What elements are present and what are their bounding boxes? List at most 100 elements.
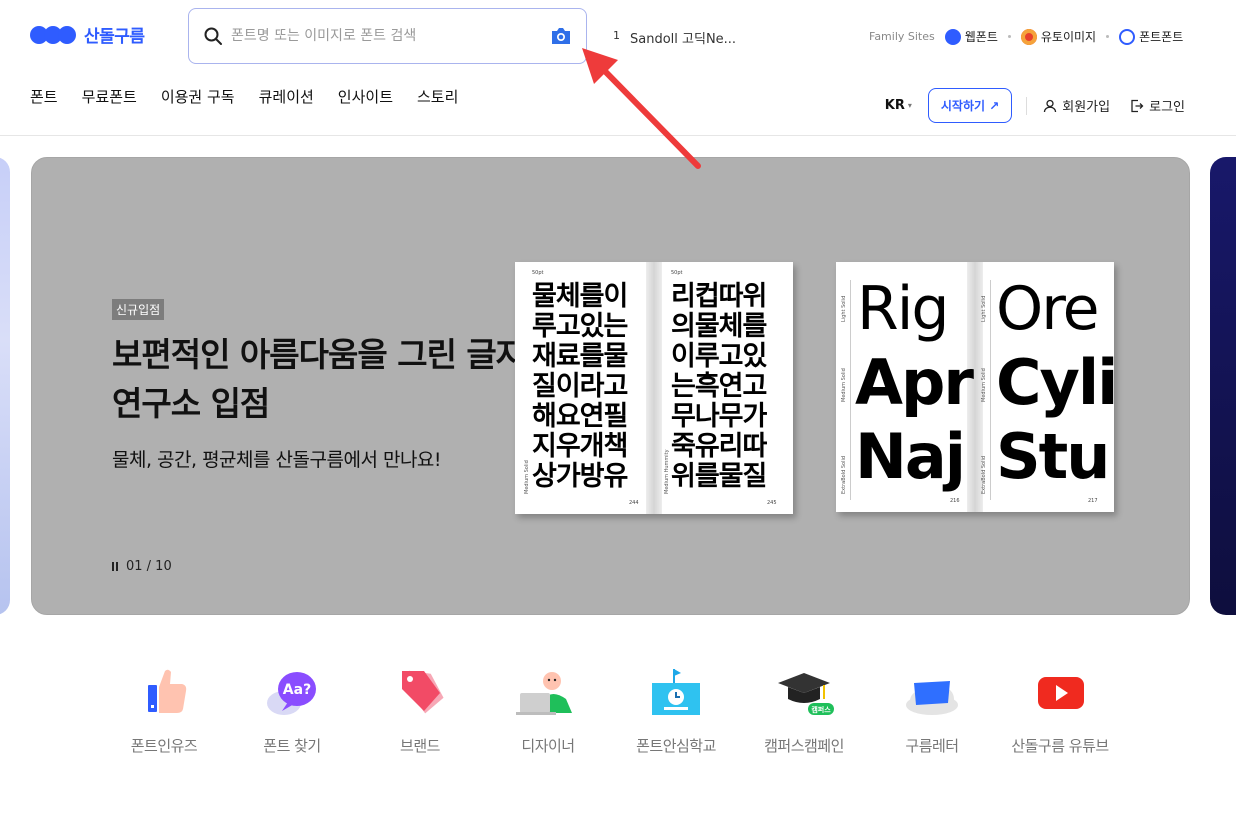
weight-label: Light Solid (841, 295, 847, 322)
page-number: 216 (950, 498, 960, 504)
login-label: 로그인 (1149, 100, 1185, 115)
weight-label: ExtraBold Solid (841, 455, 847, 494)
signup-link[interactable]: 회원가입 (1043, 96, 1110, 115)
signup-label: 회원가입 (1062, 100, 1111, 115)
family-site-utoimage[interactable]: 유토이미지 (1020, 28, 1096, 45)
category-shortcuts: 폰트인유즈 Aa? 폰트 찾기 브랜드 디자이너 폰트안심학교 캠퍼스 캠퍼스캠… (100, 665, 1124, 756)
svg-text:Aa?: Aa? (283, 682, 311, 698)
campus-badge: 캠퍼스 (811, 705, 831, 714)
webfont-icon (944, 28, 961, 45)
specimen-word: Ore (996, 274, 1099, 344)
nav-divider (0, 135, 1236, 136)
weight-label: Medium Solid (524, 460, 530, 494)
page-number: 244 (629, 500, 639, 506)
start-button[interactable]: 시작하기 ↗ (927, 88, 1013, 123)
language-selector[interactable]: KR ▾ (885, 98, 912, 113)
main-nav: 폰트 무료폰트 이용권 구독 큐레이션 인사이트 스토리 (30, 86, 458, 107)
search-input[interactable] (231, 28, 531, 44)
specimen-word: Naj (855, 420, 966, 493)
category-label: 브랜드 (400, 737, 440, 755)
cloud-letter-icon (906, 681, 958, 715)
category-label: 폰트안심학교 (636, 737, 716, 755)
search-icon (204, 27, 222, 45)
fontfont-icon (1119, 28, 1136, 45)
family-sites-label: Family Sites (869, 30, 935, 43)
school-clock-icon (652, 669, 700, 715)
designer-laptop-icon (516, 672, 572, 715)
weight-label: Medium Solid (841, 368, 847, 402)
separator-dot (1007, 35, 1011, 38)
category-label: 폰트 찾기 (263, 737, 321, 755)
nav-item-subscription[interactable]: 이용권 구독 (161, 86, 235, 107)
weight-label: Medium Solid (981, 368, 987, 402)
guide-line (850, 280, 851, 500)
book-spine (646, 262, 662, 514)
carousel-prev-slide[interactable] (0, 157, 10, 615)
speech-bubble-aa-icon: Aa? (267, 672, 316, 715)
specimen-word: Apr (855, 346, 974, 419)
point-size-label: 50pt (671, 270, 683, 276)
graduation-cap-icon: 캠퍼스 (778, 673, 834, 715)
weight-label: Light Solid (981, 295, 987, 322)
family-site-fontfont[interactable]: 폰트폰트 (1119, 28, 1183, 45)
category-font-search[interactable]: Aa? 폰트 찾기 (228, 665, 356, 756)
family-site-label: 폰트폰트 (1139, 30, 1184, 44)
category-brand[interactable]: 브랜드 (356, 665, 484, 756)
specimen-word: Stu (996, 420, 1110, 493)
divider (1026, 96, 1028, 115)
nav-right: KR ▾ 시작하기 ↗ 회원가입 로그인 (885, 88, 1185, 123)
specimen-book-latin: Rig Apr Naj Light Solid Medium Solid Ext… (836, 262, 1118, 512)
nav-item-fonts[interactable]: 폰트 (30, 86, 58, 107)
category-label: 폰트인유즈 (130, 737, 198, 755)
category-label: 산돌구름 유튜브 (1011, 737, 1109, 755)
trending-rank: 1 (613, 29, 620, 42)
point-size-label: 50pt (532, 270, 544, 276)
login-icon (1131, 99, 1144, 112)
logo[interactable]: 산돌구름 (30, 22, 145, 47)
tag-icon (402, 670, 444, 714)
carousel-next-slide[interactable] (1210, 157, 1236, 615)
nav-item-insight[interactable]: 인사이트 (338, 86, 393, 107)
banner-subline: 물체, 공간, 평균체를 산돌구름에서 만나요! (112, 449, 442, 471)
separator-dot (1106, 35, 1110, 38)
pause-icon[interactable] (112, 562, 118, 571)
category-label: 디자이너 (521, 737, 575, 755)
category-font-safety-school[interactable]: 폰트안심학교 (612, 665, 740, 756)
carousel-pager: 01 / 10 (112, 559, 172, 574)
page-number: 245 (767, 500, 777, 506)
family-sites: Family Sites 웹폰트 유토이미지 폰트폰트 (869, 28, 1183, 45)
category-campus-campaign[interactable]: 캠퍼스 캠퍼스캠페인 (740, 665, 868, 756)
logo-mark-icon (30, 25, 76, 44)
family-site-webfont[interactable]: 웹폰트 (944, 28, 998, 45)
search-box[interactable] (188, 8, 587, 64)
category-cloud-letter[interactable]: 구름레터 (868, 665, 996, 756)
family-site-label: 웹폰트 (964, 30, 998, 44)
weight-label: Medium Hummity (664, 449, 670, 494)
category-designer[interactable]: 디자이너 (484, 665, 612, 756)
logo-text: 산돌구름 (84, 27, 145, 47)
category-label: 구름레터 (905, 737, 959, 755)
nav-item-curation[interactable]: 큐레이션 (259, 86, 314, 107)
camera-icon[interactable] (550, 27, 572, 45)
chevron-down-icon: ▾ (907, 101, 912, 110)
nav-item-story[interactable]: 스토리 (417, 86, 458, 107)
utoimage-icon (1020, 28, 1037, 45)
hero-banner[interactable]: 신규입점 보편적인 아름다움을 그린 글자연구소 입점 물체, 공간, 평균체를… (31, 157, 1190, 615)
specimen-right-text: 리컵따위 의물체를 이루고있 는흑연고 무나무가 죽유리따 위를물질 (671, 281, 767, 492)
category-font-in-use[interactable]: 폰트인유즈 (100, 665, 228, 756)
category-label: 캠퍼스캠페인 (764, 737, 844, 755)
weight-label: ExtraBold Solid (981, 455, 987, 494)
specimen-word: Cyli (996, 346, 1118, 419)
login-link[interactable]: 로그인 (1130, 96, 1185, 115)
nav-item-free-fonts[interactable]: 무료폰트 (82, 86, 137, 107)
category-youtube[interactable]: 산돌구름 유튜브 (996, 665, 1124, 756)
trending-keyword[interactable]: 1 Sandoll 고딕Ne... (613, 28, 736, 47)
specimen-word: Rig (857, 274, 949, 344)
specimen-left-text: 물체를이 루고있는 재료를물 질이라고 해요연필 지우개책 상가방유 (532, 281, 628, 492)
user-icon (1044, 99, 1057, 112)
youtube-icon (1038, 677, 1084, 709)
top-header: 산돌구름 1 Sandoll 고딕Ne... Family Sites 웹폰트 … (0, 0, 1236, 70)
carousel-counter: 01 / 10 (126, 559, 172, 574)
page-number: 217 (1088, 498, 1098, 504)
banner-headline: 보편적인 아름다움을 그린 글자연구소 입점 (112, 335, 526, 423)
